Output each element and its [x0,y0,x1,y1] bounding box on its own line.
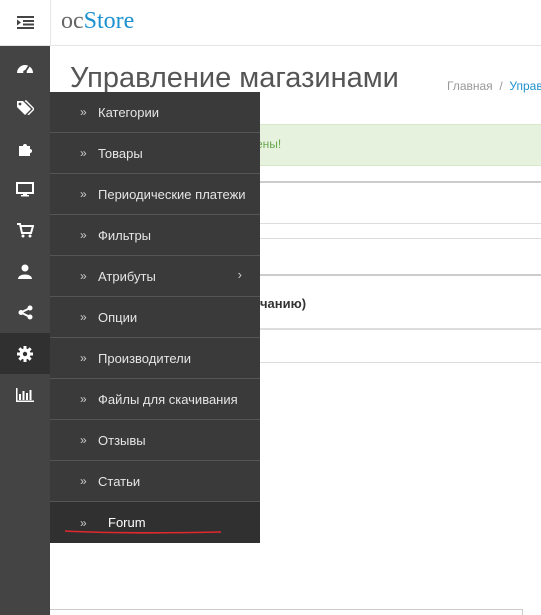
desktop-icon [16,182,34,197]
sidebar-item-dashboard[interactable] [0,46,50,87]
double-chevron-right-icon: » [80,310,87,324]
submenu-item-filters[interactable]: » Фильтры [50,215,260,256]
user-icon [18,264,32,279]
footer-border [50,609,523,615]
submenu-item-forum[interactable]: » Forum [50,502,260,543]
logo[interactable]: ocStore [61,8,134,35]
cart-icon [16,223,34,238]
catalog-submenu: » Категории » Товары » Периодические пла… [50,92,260,543]
tags-icon [17,100,34,115]
submenu-item-categories[interactable]: » Категории [50,92,260,133]
logo-store-text: Store [83,8,135,34]
submenu-item-reviews[interactable]: » Отзывы [50,420,260,461]
sidebar-item-reports[interactable] [0,374,50,415]
double-chevron-right-icon: » [80,269,87,283]
sidebar-item-marketing[interactable] [0,292,50,333]
red-underline-annotation [64,530,222,534]
submenu-item-manufacturers[interactable]: » Производители [50,338,260,379]
submenu-item-products[interactable]: » Товары [50,133,260,174]
sidebar-item-design[interactable] [0,169,50,210]
double-chevron-right-icon: » [80,392,87,406]
submenu-item-label: Статьи [98,473,141,489]
submenu-item-label: Атрибуты [98,268,156,284]
page-title: Управление магазинами [70,62,399,94]
double-chevron-right-icon: » [80,474,87,488]
chevron-right-icon: › [237,267,242,282]
menu-indent-icon [16,16,34,29]
breadcrumb-current-link[interactable]: Управ [509,79,541,93]
double-chevron-right-icon: » [80,228,87,242]
top-header: ocStore [0,0,541,46]
sidebar-item-customers[interactable] [0,251,50,292]
submenu-item-articles[interactable]: » Статьи [50,461,260,502]
submenu-item-label: Товары [98,145,143,161]
submenu-item-options[interactable]: » Опции [50,297,260,338]
submenu-item-label: Файлы для скачивания [98,391,238,407]
submenu-item-attributes[interactable]: » Атрибуты › [50,256,260,297]
double-chevron-right-icon: » [80,105,87,119]
bar-chart-icon [16,387,34,402]
breadcrumb-home-link[interactable]: Главная [447,79,493,93]
submenu-item-recurring[interactable]: » Периодические платежи [50,174,260,215]
sidebar-item-extensions[interactable] [0,128,50,169]
gear-icon [17,345,33,362]
double-chevron-right-icon: » [80,351,87,365]
menu-toggle-button[interactable] [0,0,51,45]
submenu-item-downloads[interactable]: » Файлы для скачивания [50,379,260,420]
sidebar-item-system[interactable] [0,333,50,374]
double-chevron-right-icon: » [80,433,87,447]
submenu-item-label: Фильтры [98,227,152,243]
submenu-item-label: Периодические платежи [98,186,246,202]
sidebar-item-catalog[interactable] [0,87,50,128]
submenu-item-label: Категории [98,104,159,120]
sidebar [0,46,50,615]
share-icon [18,305,32,320]
breadcrumb-separator: / [496,79,507,93]
logo-oc-text: oc [61,8,84,34]
submenu-item-label: Отзывы [98,432,146,448]
breadcrumb: Главная / Управ [447,79,541,93]
double-chevron-right-icon: » [80,146,87,160]
puzzle-icon [19,143,32,156]
submenu-item-label: Производители [98,350,192,366]
sidebar-item-sales[interactable] [0,210,50,251]
submenu-item-label: Опции [98,309,138,325]
double-chevron-right-icon: » [80,187,87,201]
default-store-text: чанию) [260,296,307,311]
dashboard-icon [17,64,33,74]
